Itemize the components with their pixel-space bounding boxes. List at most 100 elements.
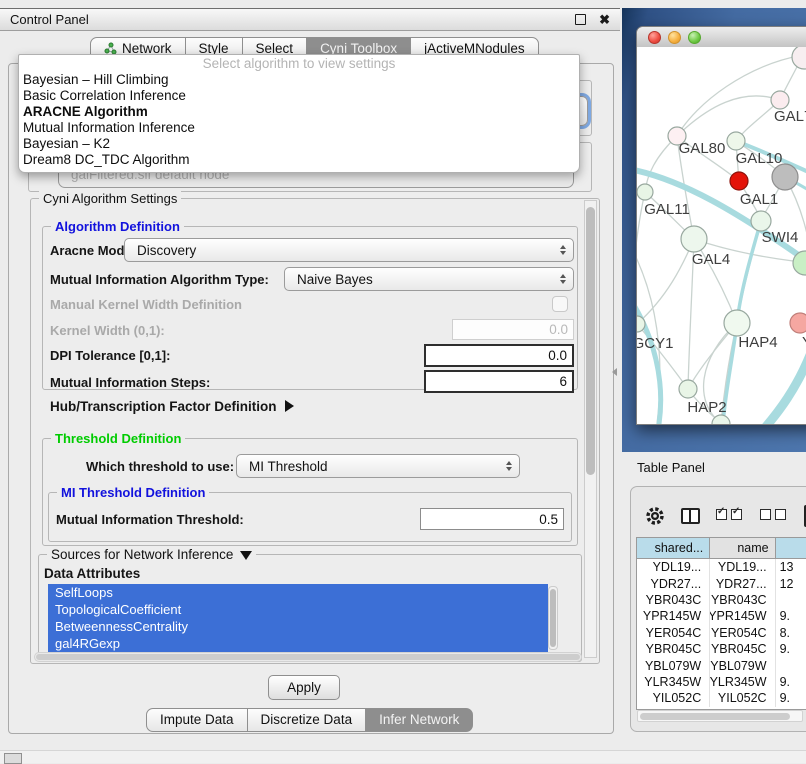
gear-icon[interactable] <box>645 506 665 526</box>
combo-arrows-icon <box>560 274 566 284</box>
scrollbar-thumb[interactable] <box>36 654 580 660</box>
attribute-item-selfloops[interactable]: SelfLoops <box>48 584 548 601</box>
control-panel-titlebar: Control Panel ✖ <box>0 8 620 31</box>
table-cell: YBR045C <box>710 641 775 657</box>
attribute-item-gal4rgexp[interactable]: gal4RGexp <box>48 635 548 652</box>
algorithm-dropdown-popup: Select algorithm to view settings Bayesi… <box>18 54 580 173</box>
network-window-titlebar[interactable] <box>637 27 806 48</box>
sources-group-title[interactable]: Sources for Network Inference <box>47 547 256 562</box>
mi-threshold-field[interactable]: 0.5 <box>420 508 564 530</box>
algorithm-option-aracne-algorithm[interactable]: ARACNE Algorithm <box>19 104 579 120</box>
mi-type-select[interactable]: Naive Bayes <box>284 267 574 291</box>
network-node-gal10[interactable] <box>727 132 745 150</box>
table-row[interactable]: YER054CYER054C8. <box>637 625 806 641</box>
network-node[interactable] <box>792 47 806 69</box>
algorithm-option-bayesian-hill-climbing[interactable]: Bayesian – Hill Climbing <box>19 72 579 88</box>
column-browser-icon[interactable] <box>681 508 700 524</box>
algorithm-option-mutual-information-inference[interactable]: Mutual Information Inference <box>19 120 579 136</box>
table-toolbar <box>645 505 806 527</box>
algorithm-option-bayesian-k2[interactable]: Bayesian – K2 <box>19 136 579 152</box>
deselect-all-columns-icon[interactable] <box>760 507 790 525</box>
network-node[interactable] <box>772 164 798 190</box>
minimize-traffic-light-icon[interactable] <box>668 31 681 44</box>
table-rows: YDL19...YDL19...13YDR27...YDR27...12YBR0… <box>637 559 806 707</box>
data-attributes-list[interactable]: SelfLoopsTopologicalCoefficientBetweenne… <box>48 584 548 652</box>
algorithm-option-dream8-dc-tdc-algorithm[interactable]: Dream8 DC_TDC Algorithm <box>19 152 579 168</box>
network-node-y[interactable] <box>790 313 806 333</box>
table-cell: YPR145W <box>710 608 775 624</box>
table-cell: YBL079W <box>710 657 775 673</box>
dpi-tolerance-field[interactable]: 0.0 <box>424 344 574 367</box>
data-attributes-label: Data Attributes <box>44 566 140 581</box>
attributes-scrollbar[interactable] <box>548 586 558 650</box>
table-horizontal-scrollbar[interactable] <box>637 710 803 722</box>
settings-vertical-scrollbar[interactable] <box>584 200 597 658</box>
aracne-mode-select[interactable]: Discovery <box>124 238 574 262</box>
float-window-icon[interactable] <box>575 14 586 25</box>
table-cell: YBR043C <box>710 592 775 608</box>
algorithm-definition-title: Algorithm Definition <box>51 219 184 234</box>
table-cell: YDR27... <box>637 575 710 591</box>
table-cell: YBR043C <box>637 592 710 608</box>
mi-type-label: Mutual Information Algorithm Type: <box>50 272 269 287</box>
table-row[interactable]: YLR345WYLR345W9. <box>637 674 806 690</box>
attribute-item-betweennesscentrality[interactable]: BetweennessCentrality <box>48 618 548 635</box>
table-cell: 9. <box>776 690 806 706</box>
node-label-hap2: HAP2 <box>687 399 726 416</box>
bottom-tab-impute-data[interactable]: Impute Data <box>146 708 248 732</box>
apply-button[interactable]: Apply <box>268 675 340 700</box>
algorithm-option-basic-correlation-inference[interactable]: Basic Correlation Inference <box>19 88 579 104</box>
network-desktop: GAL7GAL80GAL10GAL1GAL11GAL4SWI4GCY1HAP4Y… <box>622 8 806 452</box>
network-node-hap4[interactable] <box>724 310 750 336</box>
combo-arrows-icon <box>560 245 566 255</box>
panel-splitter-handle[interactable] <box>612 368 617 376</box>
which-threshold-select[interactable]: MI Threshold <box>236 454 520 478</box>
control-panel-bottom-tabs: Impute DataDiscretize DataInfer Network <box>146 708 473 732</box>
close-traffic-light-icon[interactable] <box>648 31 661 44</box>
network-node-labels: GAL7GAL80GAL10GAL1GAL11GAL4SWI4GCY1HAP4Y… <box>637 108 806 416</box>
collapse-arrow-icon[interactable] <box>240 551 252 560</box>
network-node[interactable] <box>730 172 748 190</box>
bottom-tab-discretize-data[interactable]: Discretize Data <box>247 708 367 732</box>
manual-kernel-checkbox[interactable] <box>552 296 568 312</box>
network-node-gal11[interactable] <box>637 184 653 200</box>
table-row[interactable]: YBL079WYBL079W <box>637 657 806 673</box>
attribute-item-topologicalcoefficient[interactable]: TopologicalCoefficient <box>48 601 548 618</box>
scrollbar-thumb[interactable] <box>550 589 556 647</box>
network-node-hap2[interactable] <box>679 380 697 398</box>
hub-section-toggle[interactable]: Hub/Transcription Factor Definition <box>50 399 294 414</box>
close-icon[interactable]: ✖ <box>599 13 610 26</box>
table-cell: YPR145W <box>637 608 710 624</box>
network-node-gal4[interactable] <box>681 226 707 252</box>
dpi-tolerance-label: DPI Tolerance [0,1]: <box>50 348 170 363</box>
bottom-tab-infer-network[interactable]: Infer Network <box>365 708 473 732</box>
table-row[interactable]: YBR043CYBR043C <box>637 592 806 608</box>
table-row[interactable]: YDR27...YDR27...12 <box>637 575 806 591</box>
kernel-width-field[interactable]: 0.0 <box>452 319 574 340</box>
scrollbar-thumb[interactable] <box>640 713 790 720</box>
table-panel-header: Table Panel <box>622 452 806 482</box>
network-node-gal7[interactable] <box>771 91 789 109</box>
table-row[interactable]: YPR145WYPR145W9. <box>637 608 806 624</box>
node-label-hap4: HAP4 <box>738 334 777 351</box>
table-row[interactable]: YDL19...YDL19...13 <box>637 559 806 575</box>
column-header-1[interactable]: shared... <box>637 538 710 558</box>
column-header-3[interactable] <box>776 538 806 558</box>
node-label-gal10: GAL10 <box>736 150 783 167</box>
mi-steps-field[interactable]: 6 <box>424 370 574 393</box>
settings-horizontal-scrollbar[interactable] <box>34 652 582 662</box>
network-canvas[interactable]: GAL7GAL80GAL10GAL1GAL11GAL4SWI4GCY1HAP4Y… <box>637 47 806 424</box>
column-header-2[interactable]: name <box>710 538 775 558</box>
table-cell: YIL052C <box>710 690 775 706</box>
table-row[interactable]: YBR045CYBR045C9. <box>637 641 806 657</box>
scrollbar-thumb[interactable] <box>586 207 595 475</box>
select-all-columns-icon[interactable] <box>716 507 746 525</box>
table-cell: YBL079W <box>637 657 710 673</box>
network-node-gal1[interactable] <box>751 211 771 231</box>
table-row[interactable]: YIL052CYIL052C9. <box>637 690 806 706</box>
collapsed-panel-grip[interactable] <box>4 753 22 764</box>
expand-arrow-icon[interactable] <box>285 400 294 412</box>
network-view-window[interactable]: GAL7GAL80GAL10GAL1GAL11GAL4SWI4GCY1HAP4Y… <box>636 26 806 425</box>
node-label-y: Y <box>802 334 806 351</box>
zoom-traffic-light-icon[interactable] <box>688 31 701 44</box>
